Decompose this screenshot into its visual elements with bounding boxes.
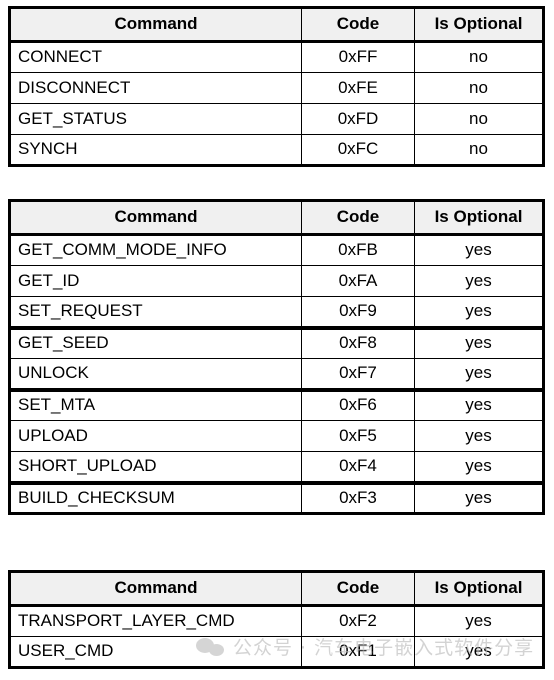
cell-is-optional: yes xyxy=(414,636,544,668)
cell-command-code: 0xF6 xyxy=(301,387,415,421)
cell-command-name: BUILD_CHECKSUM xyxy=(9,480,302,514)
cell-command-name: GET_ID xyxy=(9,265,302,297)
column-header-code: Code xyxy=(301,7,415,43)
column-header-code: Code xyxy=(301,571,415,607)
cell-command-name: GET_SEED xyxy=(9,325,302,359)
table-row: UPLOAD 0xF5 yes xyxy=(9,420,544,452)
cell-command-name: SET_MTA xyxy=(9,387,302,421)
cell-command-name: SHORT_UPLOAD xyxy=(9,451,302,483)
cell-command-name: SYNCH xyxy=(9,134,302,166)
command-table-optional-commands: Command Code Is Optional GET_COMM_MODE_INFO… xyxy=(8,199,545,515)
cell-is-optional: yes xyxy=(414,451,544,483)
cell-is-optional: yes xyxy=(414,480,544,514)
cell-is-optional: no xyxy=(414,72,544,104)
cell-command-code: 0xF8 xyxy=(301,325,415,359)
column-header-is-optional: Is Optional xyxy=(414,571,544,607)
cell-is-optional: yes xyxy=(414,358,544,390)
cell-command-code: 0xF7 xyxy=(301,358,415,390)
cell-is-optional: no xyxy=(414,41,544,73)
cell-command-name: USER_CMD xyxy=(9,636,302,668)
cell-command-name: GET_COMM_MODE_INFO xyxy=(9,234,302,266)
cell-command-code: 0xF2 xyxy=(301,605,415,637)
cell-command-code: 0xF3 xyxy=(301,480,415,514)
cell-command-code: 0xFE xyxy=(301,72,415,104)
table-row: SYNCH 0xFC no xyxy=(9,134,544,166)
cell-command-code: 0xF5 xyxy=(301,420,415,452)
cell-command-name: SET_REQUEST xyxy=(9,296,302,328)
command-table-standard-commands: Command Code Is Optional CONNECT 0xFF no DISCO… xyxy=(8,6,545,167)
cell-command-name: UNLOCK xyxy=(9,358,302,390)
cell-is-optional: yes xyxy=(414,387,544,421)
cell-command-name: GET_STATUS xyxy=(9,103,302,135)
table-row: SHORT_UPLOAD 0xF4 yes xyxy=(9,451,544,483)
table-row: GET_STATUS 0xFD no xyxy=(9,103,544,135)
cell-command-code: 0xFC xyxy=(301,134,415,166)
cell-command-code: 0xFD xyxy=(301,103,415,135)
table-row: GET_COMM_MODE_INFO 0xFB yes xyxy=(9,234,544,266)
column-header-command: Command xyxy=(9,200,302,236)
table-row: BUILD_CHECKSUM 0xF3 yes xyxy=(9,480,544,514)
cell-is-optional: no xyxy=(414,103,544,135)
table-row: SET_MTA 0xF6 yes xyxy=(9,387,544,421)
cell-command-name: UPLOAD xyxy=(9,420,302,452)
table-row: UNLOCK 0xF7 yes xyxy=(9,358,544,390)
cell-command-code: 0xFB xyxy=(301,234,415,266)
table-row: TRANSPORT_LAYER_CMD 0xF2 yes xyxy=(9,605,544,637)
cell-is-optional: yes xyxy=(414,325,544,359)
command-table-user-and-transport-commands: Command Code Is Optional TRANSPORT_LAYER_CM… xyxy=(8,570,545,669)
cell-command-code: 0xFF xyxy=(301,41,415,73)
cell-is-optional: yes xyxy=(414,234,544,266)
cell-is-optional: yes xyxy=(414,265,544,297)
column-header-command: Command xyxy=(9,571,302,607)
table-row: GET_ID 0xFA yes xyxy=(9,265,544,297)
cell-command-name: TRANSPORT_LAYER_CMD xyxy=(9,605,302,637)
table-header-row: Command Code Is Optional xyxy=(9,7,544,43)
cell-command-name: DISCONNECT xyxy=(9,72,302,104)
column-header-is-optional: Is Optional xyxy=(414,200,544,236)
cell-command-code: 0xFA xyxy=(301,265,415,297)
cell-is-optional: no xyxy=(414,134,544,166)
cell-command-name: CONNECT xyxy=(9,41,302,73)
column-header-code: Code xyxy=(301,200,415,236)
document-page: Command Code Is Optional CONNECT 0xFF no DISCO… xyxy=(0,0,554,680)
cell-is-optional: yes xyxy=(414,420,544,452)
cell-command-code: 0xF4 xyxy=(301,451,415,483)
table-row: USER_CMD 0xF1 yes xyxy=(9,636,544,668)
table-header-row: Command Code Is Optional xyxy=(9,571,544,607)
cell-command-code: 0xF9 xyxy=(301,296,415,328)
table-header-row: Command Code Is Optional xyxy=(9,200,544,236)
column-header-command: Command xyxy=(9,7,302,43)
table-row: CONNECT 0xFF no xyxy=(9,41,544,73)
column-header-is-optional: Is Optional xyxy=(414,7,544,43)
table-row: DISCONNECT 0xFE no xyxy=(9,72,544,104)
cell-is-optional: yes xyxy=(414,605,544,637)
table-row: SET_REQUEST 0xF9 yes xyxy=(9,296,544,328)
cell-is-optional: yes xyxy=(414,296,544,328)
cell-command-code: 0xF1 xyxy=(301,636,415,668)
table-row: GET_SEED 0xF8 yes xyxy=(9,325,544,359)
